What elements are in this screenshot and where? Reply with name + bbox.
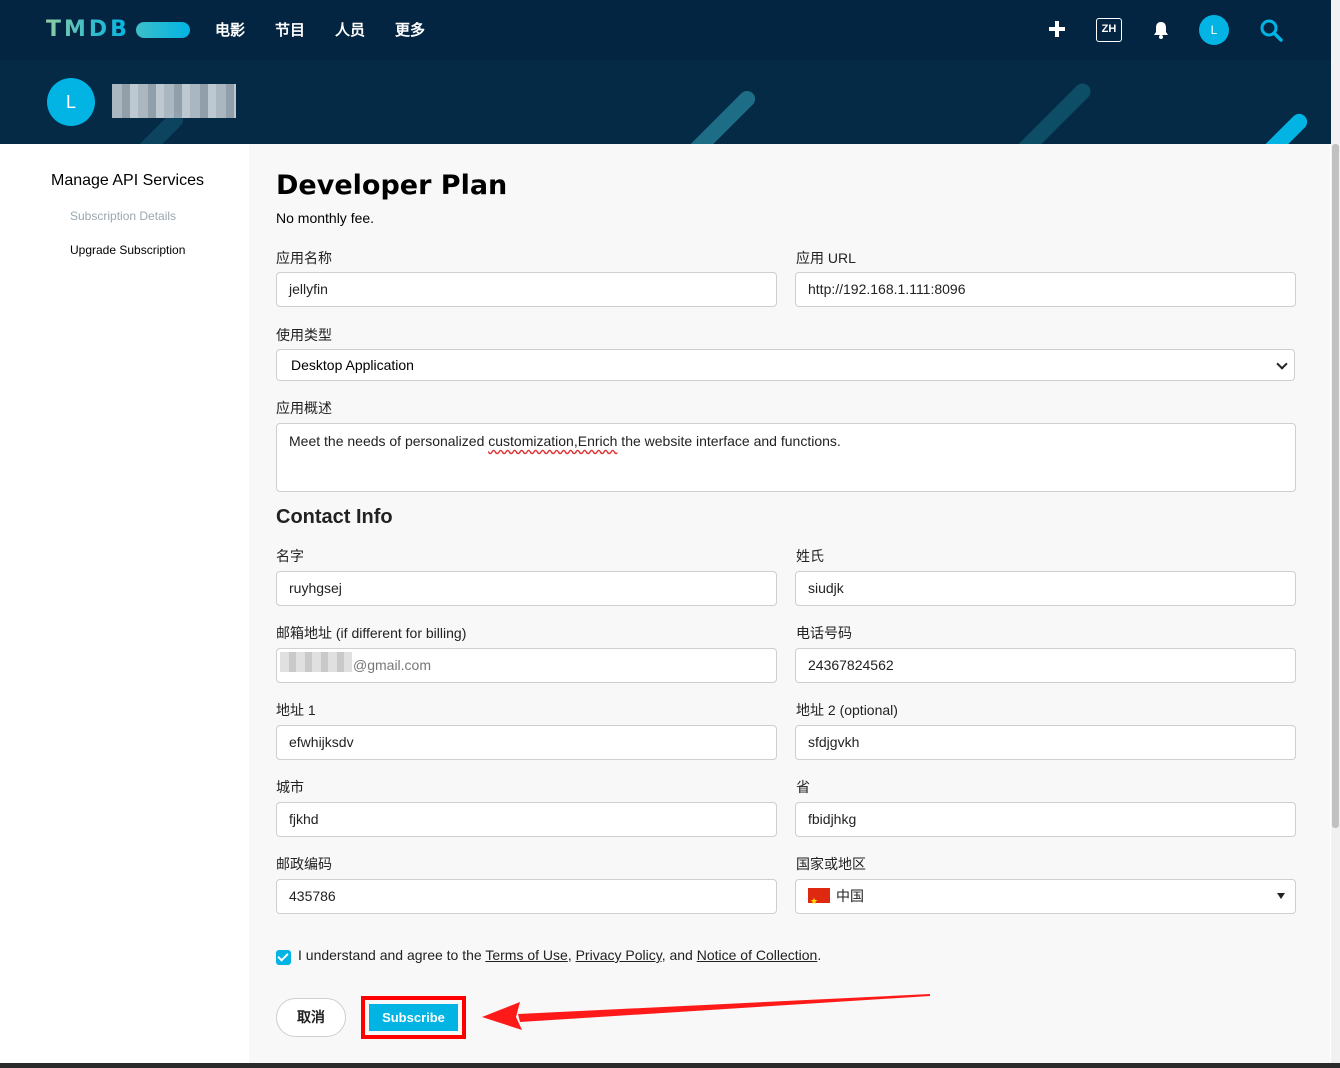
search-icon[interactable] [1259, 18, 1283, 42]
agree-text-post: . [817, 947, 822, 963]
app-url-label: 应用 URL [796, 250, 856, 266]
profile-avatar[interactable]: L [47, 78, 95, 126]
cancel-button[interactable]: 取消 [276, 998, 346, 1037]
city-input[interactable]: fjkhd [276, 802, 777, 837]
profile-banner: L [0, 60, 1340, 144]
last-name-input[interactable]: siudjk [795, 571, 1296, 606]
chevron-down-icon [1276, 358, 1288, 370]
banner-stripe [1221, 110, 1311, 144]
sidebar-item-subscription-details[interactable]: Subscription Details [70, 209, 176, 223]
bell-icon[interactable] [1152, 20, 1170, 40]
address2-input[interactable]: sfdjgvkh [795, 725, 1296, 760]
summary-text-pre: Meet the needs of personalized [289, 433, 489, 449]
nav-more[interactable]: 更多 [395, 19, 425, 40]
phone-label: 电话号码 [796, 625, 852, 641]
phone-input[interactable]: 24367824562 [795, 648, 1296, 683]
subscribe-button[interactable]: Subscribe [369, 1004, 458, 1031]
app-url-input[interactable]: http://192.168.1.111:8096 [795, 272, 1296, 307]
email-label: 邮箱地址 (if different for billing) [276, 625, 467, 641]
province-input[interactable]: fbidjhkg [795, 802, 1296, 837]
address1-input[interactable]: efwhijksdv [276, 725, 777, 760]
nav-links: 电影 节目 人员 更多 [215, 19, 455, 40]
logo-text: TMDB [46, 17, 130, 42]
country-value: 中国 [836, 888, 864, 904]
contact-info-heading: Contact Info [276, 506, 393, 528]
sidebar-title: Manage API Services [51, 172, 204, 189]
blurred-email-prefix [280, 652, 352, 672]
agree-sep2: , and [661, 947, 697, 963]
language-button[interactable]: ZH [1096, 18, 1122, 42]
usage-type-value: Desktop Application [291, 357, 414, 373]
logo-pill [135, 21, 190, 38]
page-title: Developer Plan [276, 170, 508, 201]
country-select[interactable]: 中国 [795, 879, 1296, 914]
province-label: 省 [796, 779, 810, 795]
usage-type-label: 使用类型 [276, 327, 332, 343]
blurred-username [112, 84, 236, 118]
sidebar: Manage API Services Subscription Details… [0, 144, 249, 1068]
summary-label: 应用概述 [276, 400, 332, 416]
banner-stripe [676, 87, 759, 144]
address1-label: 地址 1 [276, 702, 316, 718]
summary-text-flagged: customization,Enrich [488, 433, 618, 449]
agree-text-pre: I understand and agree to the [298, 947, 486, 963]
first-name-label: 名字 [276, 548, 304, 564]
nav-movies[interactable]: 电影 [215, 19, 245, 40]
user-avatar[interactable]: L [1199, 15, 1229, 45]
last-name-label: 姓氏 [796, 548, 824, 564]
red-arrow-annotation [482, 994, 930, 1030]
agree-checkbox[interactable] [276, 950, 291, 965]
top-nav: TMDB 电影 节目 人员 更多 ZH L [0, 0, 1340, 60]
banner-stripe [962, 80, 1094, 144]
agree-sep1: , [567, 947, 576, 963]
app-name-label: 应用名称 [276, 250, 332, 266]
caret-down-icon [1277, 893, 1285, 899]
zip-label: 邮政编码 [276, 856, 332, 872]
tmdb-logo[interactable]: TMDB [46, 17, 190, 42]
nav-people[interactable]: 人员 [335, 19, 365, 40]
nav-tv[interactable]: 节目 [275, 19, 305, 40]
city-label: 城市 [276, 779, 304, 795]
plus-icon[interactable] [1048, 20, 1066, 38]
scrollbar-thumb[interactable] [1332, 144, 1339, 828]
china-flag-icon [808, 885, 830, 913]
app-name-input[interactable]: jellyfin [276, 272, 777, 307]
address2-label: 地址 2 (optional) [796, 702, 898, 718]
sidebar-item-upgrade-subscription[interactable]: Upgrade Subscription [70, 243, 185, 257]
usage-type-select[interactable]: Desktop Application [276, 349, 1295, 381]
summary-textarea[interactable]: Meet the needs of personalized customiza… [276, 423, 1296, 492]
country-label: 国家或地区 [796, 856, 866, 872]
agree-text: I understand and agree to the Terms of U… [298, 947, 821, 963]
bottom-edge [0, 1063, 1340, 1068]
privacy-policy-link[interactable]: Privacy Policy [576, 947, 662, 963]
summary-text-post: the website interface and functions. [617, 433, 841, 449]
notice-of-collection-link[interactable]: Notice of Collection [697, 947, 818, 963]
first-name-input[interactable]: ruyhgsej [276, 571, 777, 606]
zip-input[interactable]: 435786 [276, 879, 777, 914]
plan-subtitle: No monthly fee. [276, 210, 375, 226]
terms-of-use-link[interactable]: Terms of Use [485, 947, 567, 963]
